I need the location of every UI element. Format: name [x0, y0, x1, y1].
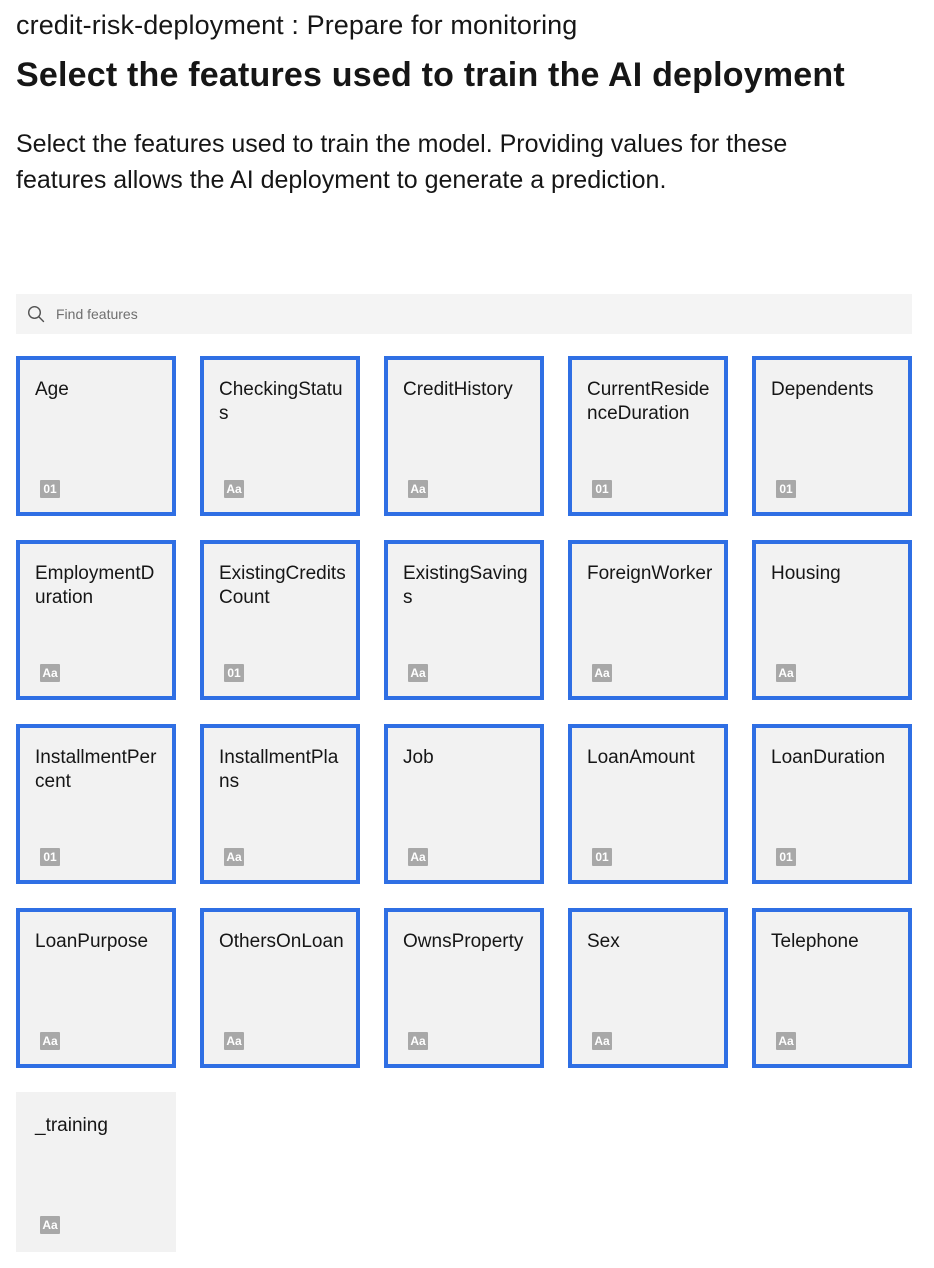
feature-tile[interactable]: CurrentResidenceDuration 01	[568, 356, 728, 516]
feature-tile[interactable]: LoanPurpose Aa	[16, 908, 176, 1068]
feature-tile-label: Sex	[587, 931, 620, 952]
feature-tile-label: LoanPurpose	[35, 931, 149, 952]
numeric-type-icon: 01	[592, 848, 612, 866]
text-type-icon: Aa	[224, 480, 244, 498]
feature-tile-label: InstallmentPercent	[35, 747, 157, 792]
feature-tile-label: Housing	[771, 563, 841, 584]
feature-tile[interactable]: CheckingStatus Aa	[200, 356, 360, 516]
feature-tile-label: EmploymentDuration	[35, 563, 155, 608]
feature-tile-label: CheckingStatus	[219, 379, 343, 424]
feature-tile-label: ExistingCreditsCount	[219, 563, 346, 608]
text-type-icon: Aa	[224, 1032, 244, 1050]
feature-tile-label: CreditHistory	[403, 379, 513, 400]
feature-tile-label: ForeignWorker	[587, 563, 713, 584]
numeric-type-icon: 01	[776, 480, 796, 498]
text-type-icon: Aa	[224, 848, 244, 866]
feature-tile-grid: Age 01 CheckingStatus Aa CreditHistory Aa Curr…	[16, 356, 912, 1252]
text-type-icon: Aa	[408, 848, 428, 866]
feature-tile[interactable]: InstallmentPercent 01	[16, 724, 176, 884]
feature-tile[interactable]: Age 01	[16, 356, 176, 516]
search-bar[interactable]	[16, 294, 912, 334]
feature-tile-label: Age	[35, 379, 69, 400]
feature-tile-label: LoanAmount	[587, 747, 695, 768]
numeric-type-icon: 01	[40, 480, 60, 498]
search-input[interactable]	[56, 295, 876, 333]
feature-tile-label: CurrentResidenceDuration	[587, 379, 710, 424]
feature-tile-label: LoanDuration	[771, 747, 886, 768]
feature-tile[interactable]: Telephone Aa	[752, 908, 912, 1068]
search-icon	[27, 305, 45, 323]
feature-tile-label: Telephone	[771, 931, 859, 952]
feature-tile[interactable]: LoanAmount 01	[568, 724, 728, 884]
feature-tile[interactable]: Dependents 01	[752, 356, 912, 516]
numeric-type-icon: 01	[592, 480, 612, 498]
feature-tile[interactable]: ForeignWorker Aa	[568, 540, 728, 700]
feature-tile-label: InstallmentPlans	[219, 747, 339, 792]
text-type-icon: Aa	[776, 1032, 796, 1050]
feature-tile[interactable]: OwnsProperty Aa	[384, 908, 544, 1068]
page-description: Select the features used to train the mo…	[16, 130, 788, 194]
text-type-icon: Aa	[408, 1032, 428, 1050]
numeric-type-icon: 01	[224, 664, 244, 682]
feature-tile-label: OwnsProperty	[403, 931, 524, 952]
feature-tile[interactable]: ExistingCreditsCount 01	[200, 540, 360, 700]
text-type-icon: Aa	[40, 664, 60, 682]
text-type-icon: Aa	[408, 664, 428, 682]
feature-tile[interactable]: CreditHistory Aa	[384, 356, 544, 516]
feature-tile[interactable]: Sex Aa	[568, 908, 728, 1068]
feature-tile-label: Dependents	[771, 379, 874, 400]
feature-tile-label: OthersOnLoan	[219, 931, 344, 952]
numeric-type-icon: 01	[776, 848, 796, 866]
feature-tile-label: ExistingSavings	[403, 563, 528, 608]
breadcrumb: credit-risk-deployment : Prepare for mon…	[16, 10, 578, 40]
feature-tile[interactable]: Housing Aa	[752, 540, 912, 700]
feature-tile[interactable]: OthersOnLoan Aa	[200, 908, 360, 1068]
page-title: Select the features used to train the AI…	[16, 56, 845, 94]
text-type-icon: Aa	[592, 664, 612, 682]
feature-tile[interactable]: Job Aa	[384, 724, 544, 884]
feature-tile[interactable]: _training Aa	[16, 1092, 176, 1252]
feature-tile[interactable]: EmploymentDuration Aa	[16, 540, 176, 700]
text-type-icon: Aa	[776, 664, 796, 682]
text-type-icon: Aa	[408, 480, 428, 498]
feature-tile-label: Job	[403, 747, 434, 768]
text-type-icon: Aa	[592, 1032, 612, 1050]
text-type-icon: Aa	[40, 1216, 60, 1234]
feature-tile[interactable]: ExistingSavings Aa	[384, 540, 544, 700]
text-type-icon: Aa	[40, 1032, 60, 1050]
feature-tile[interactable]: InstallmentPlans Aa	[200, 724, 360, 884]
feature-tile[interactable]: LoanDuration 01	[752, 724, 912, 884]
numeric-type-icon: 01	[40, 848, 60, 866]
feature-tile-label: _training	[35, 1115, 108, 1136]
